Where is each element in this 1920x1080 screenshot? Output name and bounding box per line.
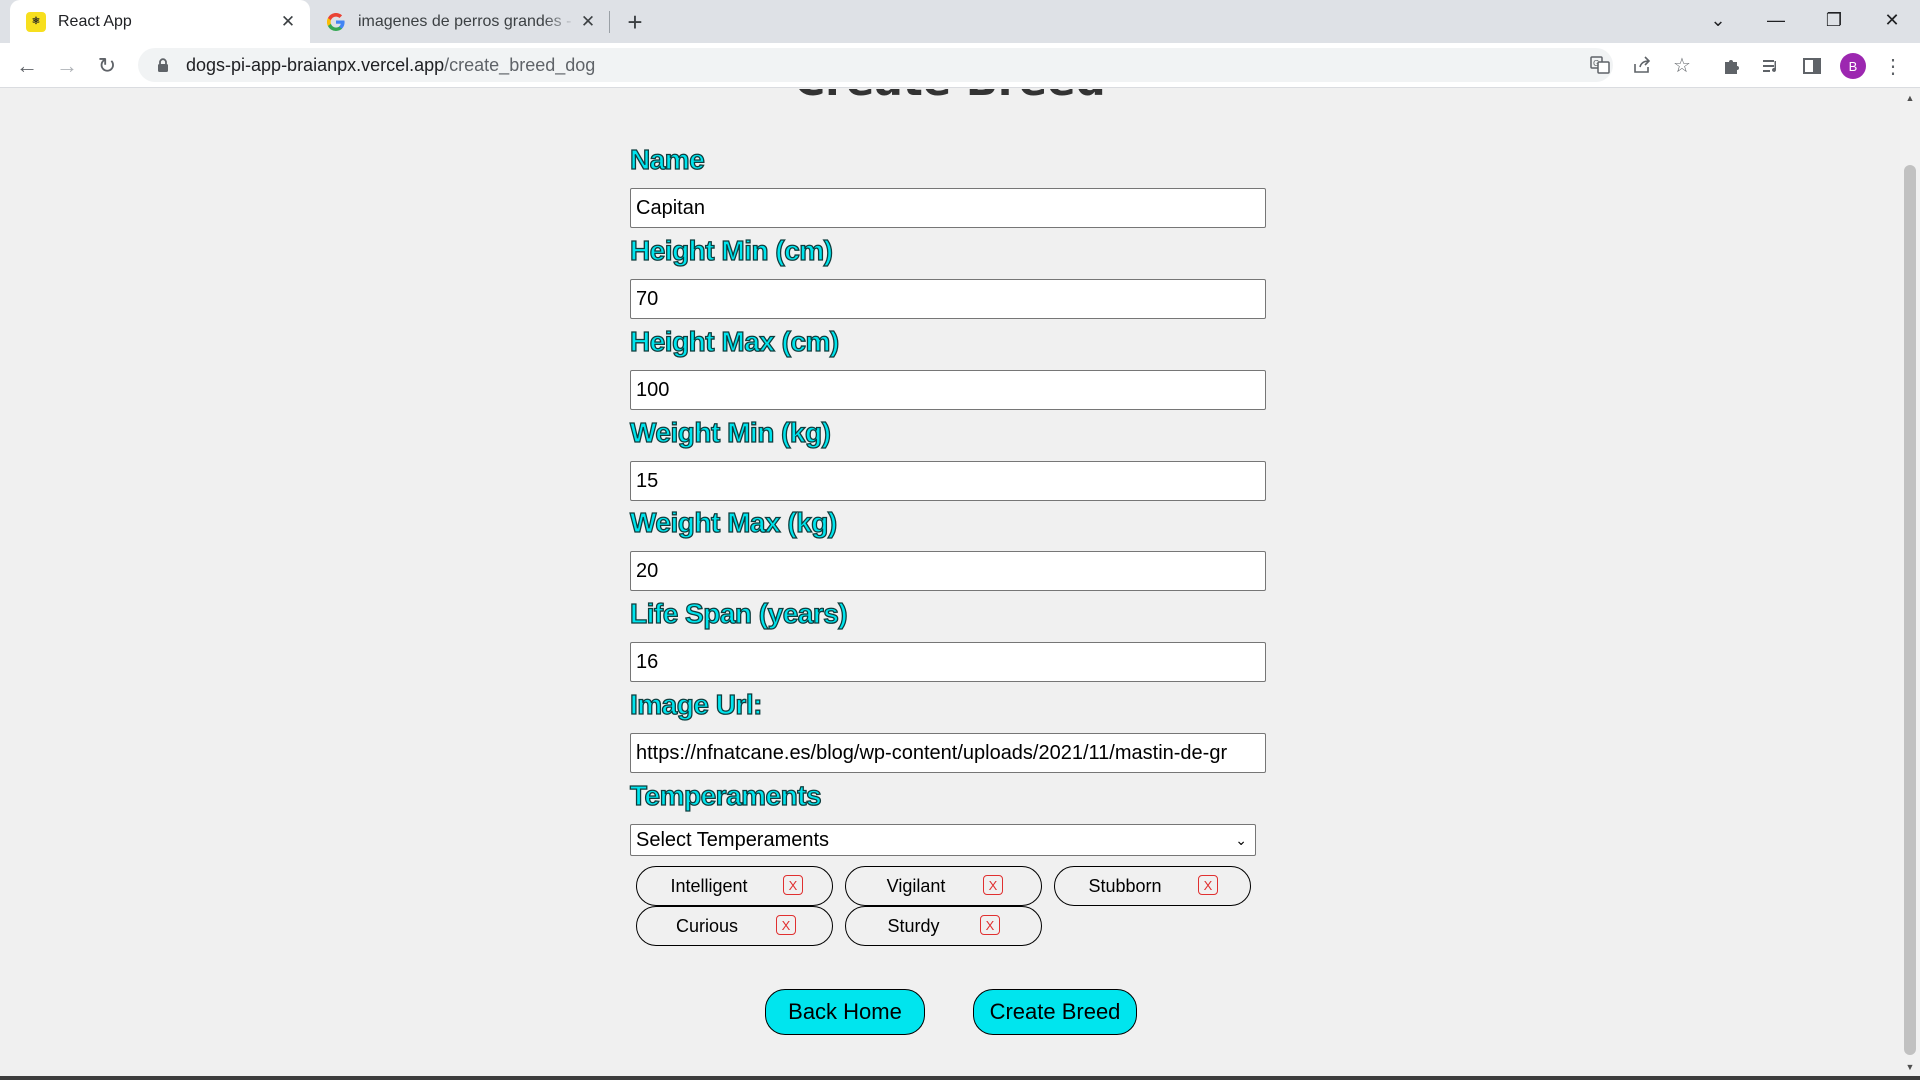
height-max-input[interactable] bbox=[630, 370, 1266, 410]
chip-label: Stubborn bbox=[1088, 876, 1162, 896]
remove-chip-icon[interactable]: X bbox=[776, 915, 796, 935]
chevron-down-icon: ⌄ bbox=[1235, 831, 1247, 848]
share-icon[interactable] bbox=[1625, 48, 1659, 82]
temperament-chip-intelligent: Intelligent X bbox=[636, 866, 833, 906]
profile-avatar[interactable]: B bbox=[1840, 53, 1866, 79]
window-bottom-edge bbox=[0, 1076, 1920, 1080]
temperament-chip-sturdy: Sturdy X bbox=[845, 906, 1042, 946]
remove-chip-icon[interactable]: X bbox=[1198, 875, 1218, 895]
temperament-chip-stubborn: Stubborn X bbox=[1054, 866, 1251, 906]
name-input[interactable] bbox=[630, 188, 1266, 228]
new-tab-plus-icon[interactable]: + bbox=[620, 7, 650, 37]
browser-tab-strip: ⚛ React App ✕ imagenes de perros grandes… bbox=[0, 0, 1920, 43]
close-tab-icon[interactable]: ✕ bbox=[276, 10, 300, 34]
chip-label: Curious bbox=[675, 916, 739, 936]
page-viewport: Create Breed Name Height Min (cm) Height… bbox=[0, 89, 1900, 1076]
life-span-input[interactable] bbox=[630, 642, 1266, 682]
google-g-icon bbox=[326, 12, 346, 32]
create-breed-button[interactable]: Create Breed bbox=[973, 989, 1137, 1035]
temperaments-select-value: Select Temperaments bbox=[636, 828, 830, 851]
minimize-icon[interactable]: — bbox=[1754, 0, 1798, 40]
forward-arrow-icon[interactable]: → bbox=[50, 49, 84, 83]
side-panel-icon[interactable] bbox=[1795, 49, 1829, 83]
extensions-puzzle-icon[interactable] bbox=[1714, 49, 1748, 83]
remove-chip-icon[interactable]: X bbox=[980, 915, 1000, 935]
weight-min-input[interactable] bbox=[630, 461, 1266, 501]
image-url-label: Image Url: bbox=[629, 688, 763, 720]
temperament-chip-curious: Curious X bbox=[636, 906, 833, 946]
url-path: /create_breed_dog bbox=[444, 54, 596, 75]
translate-icon[interactable]: G bbox=[1583, 48, 1617, 82]
image-url-input[interactable] bbox=[630, 733, 1266, 773]
height-max-label: Height Max (cm) bbox=[629, 325, 840, 357]
weight-max-label: Weight Max (kg) bbox=[629, 506, 837, 538]
remove-chip-icon[interactable]: X bbox=[983, 875, 1003, 895]
scroll-down-arrow-icon[interactable]: ▼ bbox=[1900, 1058, 1920, 1076]
weight-max-input[interactable] bbox=[630, 551, 1266, 591]
scroll-up-arrow-icon[interactable]: ▲ bbox=[1900, 89, 1920, 107]
back-arrow-icon[interactable]: ← bbox=[10, 49, 44, 83]
page-scrollbar[interactable]: ▲ ▼ bbox=[1900, 89, 1920, 1076]
chip-label: Intelligent bbox=[670, 876, 748, 896]
back-home-button[interactable]: Back Home bbox=[765, 989, 925, 1035]
life-span-label: Life Span (years) bbox=[629, 597, 848, 629]
height-min-label: Height Min (cm) bbox=[629, 234, 833, 266]
svg-text:G: G bbox=[1593, 59, 1599, 68]
temperaments-select[interactable]: Select Temperaments ⌄ bbox=[630, 824, 1256, 856]
tab-title: React App bbox=[58, 12, 132, 30]
chip-label: Sturdy bbox=[887, 916, 940, 936]
tab-search-chevron-icon[interactable]: ⌄ bbox=[1696, 0, 1740, 40]
height-min-input[interactable] bbox=[630, 279, 1266, 319]
weight-min-label: Weight Min (kg) bbox=[629, 416, 831, 448]
address-bar[interactable]: dogs-pi-app-braianpx.vercel.app/create_b… bbox=[138, 48, 1613, 82]
reload-icon[interactable]: ↻ bbox=[90, 49, 124, 83]
restore-icon[interactable]: ❐ bbox=[1812, 0, 1856, 40]
react-favicon-icon: ⚛ bbox=[26, 11, 46, 32]
temperaments-label: Temperaments bbox=[629, 779, 822, 811]
remove-chip-icon[interactable]: X bbox=[783, 875, 803, 895]
chip-label: Vigilant bbox=[886, 876, 946, 896]
tab-title: imagenes de perros grandes - Buscar con … bbox=[358, 12, 576, 30]
media-controls-icon[interactable] bbox=[1754, 49, 1788, 83]
tab-separator bbox=[609, 11, 610, 33]
window-close-icon[interactable]: ✕ bbox=[1870, 0, 1914, 40]
more-menu-icon[interactable]: ⋮ bbox=[1876, 49, 1910, 83]
close-tab-icon[interactable]: ✕ bbox=[576, 10, 600, 34]
page-title: Create Breed bbox=[0, 89, 1900, 105]
lock-icon[interactable] bbox=[152, 54, 174, 76]
tab-react-app[interactable]: ⚛ React App ✕ bbox=[10, 0, 310, 43]
url-host: dogs-pi-app-braianpx.vercel.app bbox=[186, 54, 445, 75]
browser-toolbar: ← → ↻ dogs-pi-app-braianpx.vercel.app/cr… bbox=[0, 43, 1920, 88]
temperament-chip-vigilant: Vigilant X bbox=[845, 866, 1042, 906]
scrollbar-thumb[interactable] bbox=[1904, 165, 1916, 1055]
bookmark-star-icon[interactable]: ☆ bbox=[1665, 48, 1699, 82]
name-label: Name bbox=[629, 143, 705, 175]
tab-google-search[interactable]: imagenes de perros grandes - Buscar con … bbox=[312, 0, 610, 43]
